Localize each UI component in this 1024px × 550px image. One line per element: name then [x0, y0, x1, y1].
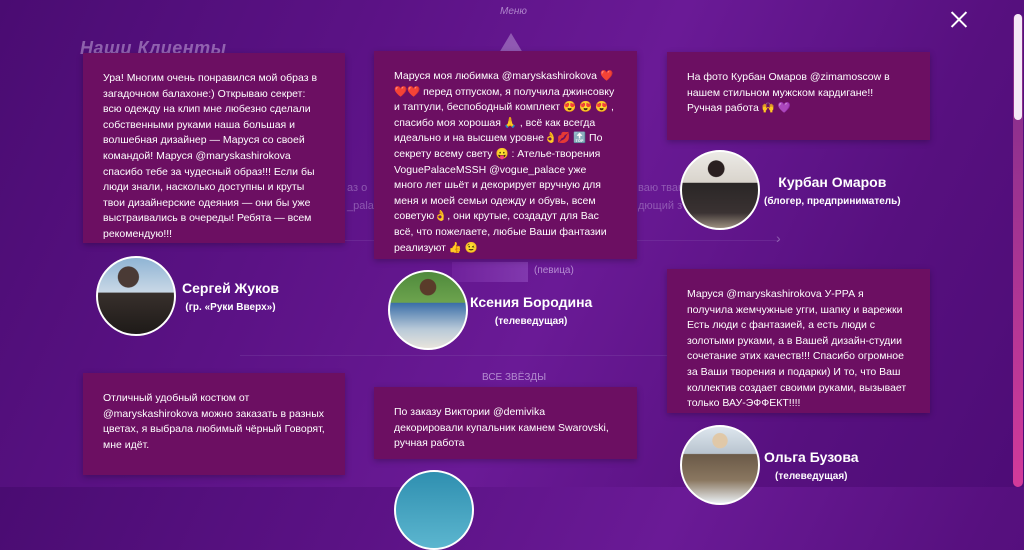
- author-name: Ольга Бузова: [764, 448, 859, 465]
- background-text-fragment: дющий з: [638, 200, 683, 212]
- review-card: На фото Курбан Омаров @zimamoscow в наше…: [667, 52, 930, 140]
- review-text: Маруся моя любимка @maryskashirokova ❤️❤…: [394, 70, 615, 254]
- review-author: Ксения Бородина (телеведущая): [388, 270, 592, 350]
- background-text-fragment: _pala: [347, 200, 374, 212]
- background-menu-label: Меню: [500, 6, 527, 17]
- review-card: Отличный удобный костюм от @maryskashiro…: [83, 373, 345, 475]
- review-card: Ура! Многим очень понравился мой образ в…: [83, 53, 345, 243]
- author-info: Ксения Бородина (телеведущая): [470, 294, 592, 327]
- author-role: (гр. «Руки Вверх»): [185, 301, 276, 313]
- background-text-fragment: аз о: [347, 182, 368, 194]
- review-author: Сергей Жуков (гр. «Руки Вверх»): [96, 256, 279, 336]
- author-info: Ольга Бузова (телеведущая): [764, 449, 859, 482]
- author-role: (телеведущая): [775, 470, 848, 482]
- review-card: Маруся @maryskashirokova У-РРА я получил…: [667, 269, 930, 413]
- close-button[interactable]: [950, 10, 968, 28]
- author-name: Ксения Бородина: [470, 293, 593, 310]
- review-author: Курбан Омаров (блогер, предприниматель): [680, 150, 901, 230]
- author-info: Сергей Жуков (гр. «Руки Вверх»): [182, 280, 279, 313]
- chevron-right-icon: ›: [776, 230, 781, 246]
- author-name: Курбан Омаров: [778, 173, 887, 190]
- review-card: По заказу Виктории @demivika декорировал…: [374, 387, 637, 459]
- author-name: Сергей Жуков: [182, 279, 279, 296]
- avatar: [96, 256, 176, 336]
- author-role: (телеведущая): [494, 315, 568, 327]
- avatar: [388, 270, 468, 350]
- review-text: Маруся @maryskashirokova У-РРА я получил…: [687, 288, 907, 410]
- review-text: На фото Курбан Омаров @zimamoscow в наше…: [687, 71, 890, 115]
- avatar: [394, 470, 474, 550]
- avatar: [680, 150, 760, 230]
- background-logo: [499, 33, 523, 53]
- author-role: (блогер, предприниматель): [764, 195, 901, 207]
- scrollbar-thumb[interactable]: [1014, 14, 1022, 120]
- review-text: По заказу Виктории @demivika декорировал…: [394, 406, 609, 450]
- author-info: Курбан Омаров (блогер, предприниматель): [764, 174, 901, 207]
- review-author: Ольга Бузова (телеведущая): [680, 425, 859, 505]
- avatar: [680, 425, 760, 505]
- review-card: Маруся моя любимка @maryskashirokova ❤️❤…: [374, 51, 637, 259]
- review-text: Ура! Многим очень понравился мой образ в…: [103, 72, 318, 240]
- all-stars-link[interactable]: ВСЕ ЗВЁЗДЫ: [482, 372, 546, 383]
- review-text: Отличный удобный костюм от @maryskashiro…: [103, 392, 325, 451]
